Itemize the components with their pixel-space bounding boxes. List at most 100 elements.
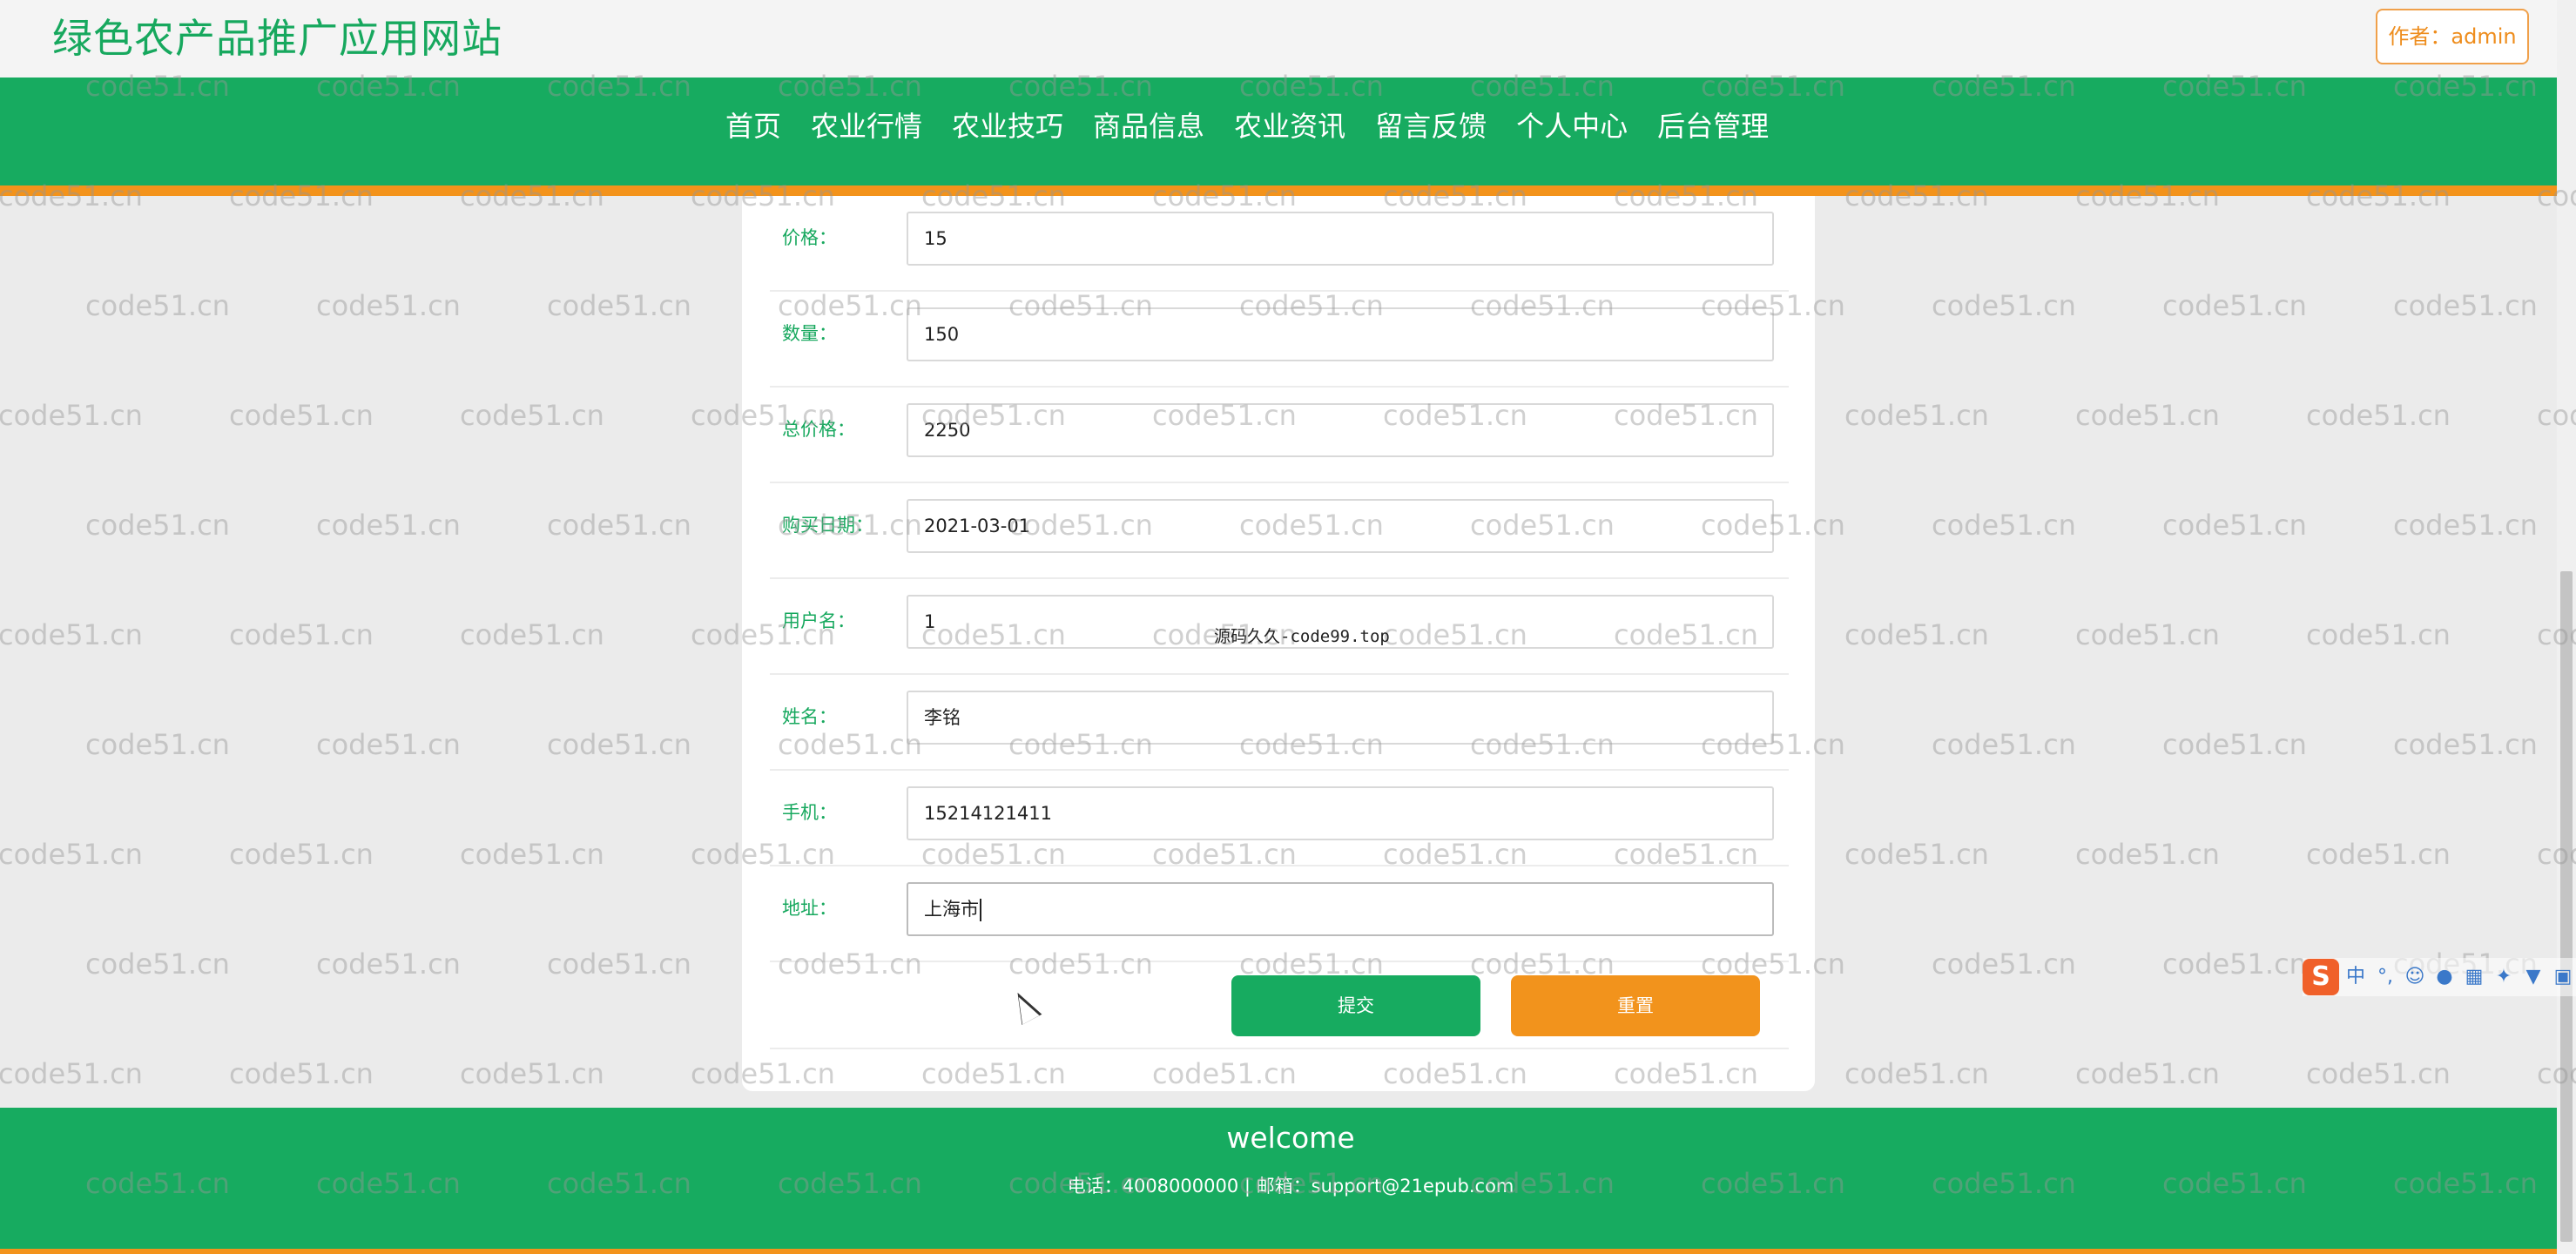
watermark-text: code51.cn — [2075, 399, 2220, 432]
source-watermark: 源码久久-code99.top — [1214, 627, 1390, 646]
watermark-text: code51.cn — [0, 1057, 143, 1090]
watermark-text: code51.cn — [2306, 618, 2451, 651]
watermark-text: code51.cn — [85, 509, 230, 542]
nav-item-market[interactable]: 农业行情 — [796, 104, 937, 149]
address-label: 地址： — [782, 898, 837, 919]
nav-items: 首页 农业行情 农业技巧 商品信息 农业资讯 留言反馈 个人中心 后台管理 — [711, 104, 1784, 149]
watermark-text: code51.cn — [316, 947, 461, 981]
watermark-text: code51.cn — [460, 838, 604, 871]
watermark-text: code51.cn — [1844, 1057, 1989, 1090]
site-title[interactable]: 绿色农产品推广应用网站 — [52, 12, 502, 64]
name-field[interactable]: 李铭 — [907, 691, 1774, 745]
watermark-text: code51.cn — [1932, 289, 2076, 322]
scrollbar-thumb[interactable] — [2560, 571, 2573, 1242]
username-label: 用户名： — [782, 610, 855, 631]
footer: welcome 电话：4008000000 | 邮箱：support@21epu… — [0, 1108, 2557, 1249]
watermark-text: code51.cn — [2162, 947, 2307, 981]
keyboard-icon[interactable]: ▦ — [2461, 959, 2487, 995]
author-badge[interactable]: 作者：admin — [2376, 9, 2529, 64]
address-field[interactable]: 上海市 — [907, 882, 1774, 936]
total-price-field[interactable]: 2250 — [907, 403, 1774, 457]
watermark-text: code51.cn — [2162, 728, 2307, 761]
watermark-text: code51.cn — [1844, 618, 1989, 651]
footer-contact: 电话：4008000000 | 邮箱：support@21epub.com — [1067, 1176, 1514, 1197]
watermark-text: code51.cn — [547, 947, 691, 981]
watermark-text: code51.cn — [85, 728, 230, 761]
watermark-text: code51.cn — [229, 1057, 374, 1090]
watermark-text: code51.cn — [229, 399, 374, 432]
footer-accent-stripe — [0, 1249, 2557, 1254]
price-label: 价格： — [782, 227, 837, 248]
toolbox-icon[interactable]: ✦ — [2491, 959, 2517, 995]
nav-item-personal-center[interactable]: 个人中心 — [1501, 104, 1642, 149]
nav-item-products[interactable]: 商品信息 — [1078, 104, 1219, 149]
name-label: 姓名： — [782, 706, 837, 727]
purchase-date-field[interactable]: 2021-03-01 — [907, 499, 1774, 553]
footer-welcome: welcome — [1226, 1121, 1355, 1155]
watermark-text: code51.cn — [229, 618, 374, 651]
watermark-text: code51.cn — [547, 289, 691, 322]
form-row-purchase-date: 购买日期： 2021-03-01 — [770, 483, 1789, 579]
main-nav: 首页 农业行情 农业技巧 商品信息 农业资讯 留言反馈 个人中心 后台管理 — [0, 78, 2557, 185]
watermark-text: code51.cn — [316, 509, 461, 542]
watermark-text: code51.cn — [2075, 838, 2220, 871]
top-bar: 绿色农产品推广应用网站 作者：admin — [0, 0, 2557, 78]
watermark-text: code51.cn — [2306, 1057, 2451, 1090]
watermark-text: code51.cn — [85, 289, 230, 322]
form-row-address: 地址： 上海市 — [770, 866, 1789, 962]
price-field[interactable]: 15 — [907, 212, 1774, 266]
quantity-label: 数量： — [782, 323, 837, 344]
watermark-text: code51.cn — [316, 289, 461, 322]
submit-button[interactable]: 提交 — [1231, 975, 1480, 1036]
watermark-text: code51.cn — [2393, 289, 2538, 322]
emoji-icon[interactable]: ☺ — [2402, 959, 2428, 995]
nav-item-admin[interactable]: 后台管理 — [1642, 104, 1784, 149]
ime-toolbar[interactable]: S 中 °, ☺ ● ▦ ✦ ▼ ▣ — [2303, 958, 2576, 996]
microphone-icon[interactable]: ● — [2431, 959, 2458, 995]
quantity-field[interactable]: 150 — [907, 307, 1774, 361]
nav-accent-stripe — [0, 185, 2557, 196]
watermark-text: code51.cn — [2393, 728, 2538, 761]
grid-menu-icon[interactable]: ▣ — [2550, 959, 2576, 995]
watermark-text: code51.cn — [1932, 509, 2076, 542]
purchase-date-label: 购买日期： — [782, 515, 873, 536]
nav-item-feedback[interactable]: 留言反馈 — [1360, 104, 1501, 149]
form-row-price: 价格： 15 — [770, 196, 1789, 292]
text-caret — [980, 899, 981, 921]
address-value: 上海市 — [924, 899, 979, 920]
watermark-text: code51.cn — [2162, 289, 2307, 322]
watermark-text: code51.cn — [2393, 509, 2538, 542]
nav-item-tips[interactable]: 农业技巧 — [937, 104, 1078, 149]
skin-icon[interactable]: ▼ — [2520, 959, 2546, 995]
watermark-text: code51.cn — [1844, 838, 1989, 871]
form-row-total-price: 总价格： 2250 — [770, 388, 1789, 483]
punctuation-icon[interactable]: °, — [2372, 959, 2398, 995]
phone-field[interactable]: 15214121411 — [907, 786, 1774, 840]
watermark-text: code51.cn — [547, 509, 691, 542]
watermark-text: code51.cn — [0, 399, 143, 432]
form-row-phone: 手机： 15214121411 — [770, 771, 1789, 866]
watermark-text: code51.cn — [0, 618, 143, 651]
form-row-quantity: 数量： 150 — [770, 292, 1789, 388]
watermark-text: code51.cn — [460, 1057, 604, 1090]
total-price-label: 总价格： — [782, 419, 855, 440]
watermark-text: code51.cn — [460, 399, 604, 432]
watermark-text: code51.cn — [85, 947, 230, 981]
watermark-text: code51.cn — [547, 728, 691, 761]
watermark-text: code51.cn — [1932, 947, 2076, 981]
ime-logo-icon[interactable]: S — [2303, 959, 2339, 995]
watermark-text: code51.cn — [2306, 399, 2451, 432]
watermark-text: code51.cn — [316, 728, 461, 761]
watermark-text: code51.cn — [2306, 838, 2451, 871]
form-row-name: 姓名： 李铭 — [770, 675, 1789, 771]
watermark-text: code51.cn — [460, 618, 604, 651]
nav-item-home[interactable]: 首页 — [711, 104, 796, 149]
nav-item-news[interactable]: 农业资讯 — [1219, 104, 1360, 149]
watermark-text: code51.cn — [1932, 728, 2076, 761]
watermark-text: code51.cn — [1844, 399, 1989, 432]
ime-mode-indicator[interactable]: 中 — [2343, 959, 2369, 995]
watermark-text: code51.cn — [2075, 618, 2220, 651]
watermark-text: code51.cn — [229, 838, 374, 871]
reset-button[interactable]: 重置 — [1511, 975, 1760, 1036]
watermark-text: code51.cn — [2162, 509, 2307, 542]
